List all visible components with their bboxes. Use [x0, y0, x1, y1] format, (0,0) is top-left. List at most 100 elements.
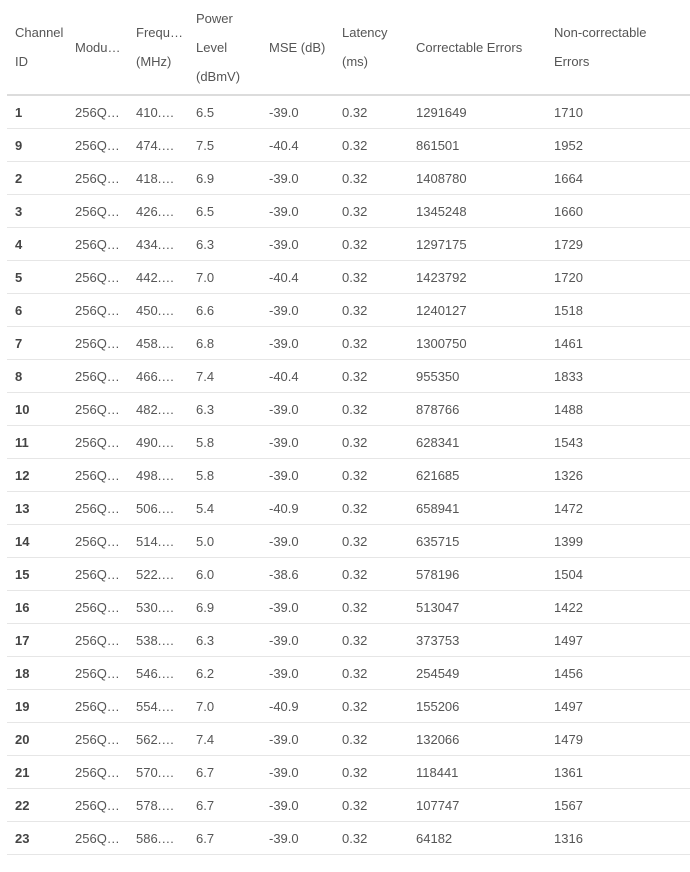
cell-mse: -39.0 — [261, 425, 334, 459]
cell-frequency: 514.000 — [128, 524, 188, 558]
header-latency-line: Latency — [342, 25, 388, 40]
cell-mse: -38.6 — [261, 557, 334, 591]
cell-power-level: 6.2 — [188, 656, 261, 690]
cell-channel-id: 19 — [7, 689, 67, 723]
cell-mse: -40.4 — [261, 260, 334, 294]
table-row: 5 256Q… 442.000 7.0 -40.4 0.32 1423792 1720 — [7, 260, 690, 294]
cell-non-correctable-errors: 1316 — [546, 821, 690, 855]
header-non-correctable-errors: Non-correctable Errors — [546, 0, 690, 96]
table-row: 11 256Q… 490.000 5.8 -39.0 0.32 628341 1543 — [7, 425, 690, 459]
cell-power-level: 6.7 — [188, 821, 261, 855]
cell-mse: -39.0 — [261, 788, 334, 822]
table-row: 21 256Q… 570.000 6.7 -39.0 0.32 118441 1361 — [7, 755, 690, 789]
cell-correctable-errors: 621685 — [408, 458, 546, 492]
cell-frequency: 522.000 — [128, 557, 188, 591]
cell-power-level: 7.4 — [188, 722, 261, 756]
cell-modulation: 256Q… — [67, 458, 128, 492]
cell-power-level: 7.4 — [188, 359, 261, 393]
cell-power-level: 7.5 — [188, 128, 261, 162]
header-channel-id-line: ID — [15, 54, 28, 69]
cell-frequency: 538.000 — [128, 623, 188, 657]
header-modulation: Modu… — [67, 0, 128, 96]
cell-mse: -39.0 — [261, 227, 334, 261]
cell-modulation: 256Q… — [67, 722, 128, 756]
cell-frequency: 562.000 — [128, 722, 188, 756]
cell-channel-id: 4 — [7, 227, 67, 261]
cell-channel-id: 18 — [7, 656, 67, 690]
cell-latency: 0.32 — [334, 425, 408, 459]
cell-channel-id: 10 — [7, 392, 67, 426]
table-row: 9 256Q… 474.000 7.5 -40.4 0.32 861501 1952 — [7, 128, 690, 162]
cell-channel-id: 13 — [7, 491, 67, 525]
table-header-row: Channel ID Modu… Frequ… (MHz) Power Level (dBmV… — [7, 0, 690, 96]
cell-mse: -40.9 — [261, 491, 334, 525]
cell-correctable-errors: 513047 — [408, 590, 546, 624]
table-row: 2 256Q… 418.000 6.9 -39.0 0.32 1408780 1664 — [7, 161, 690, 195]
cell-power-level: 6.8 — [188, 326, 261, 360]
cell-channel-id: 12 — [7, 458, 67, 492]
cell-latency: 0.32 — [334, 293, 408, 327]
cell-channel-id: 1 — [7, 95, 67, 129]
cell-modulation: 256Q… — [67, 194, 128, 228]
cell-latency: 0.32 — [334, 689, 408, 723]
cell-modulation: 256Q… — [67, 491, 128, 525]
cell-mse: -39.0 — [261, 590, 334, 624]
cell-correctable-errors: 658941 — [408, 491, 546, 525]
cell-channel-id: 20 — [7, 722, 67, 756]
cell-non-correctable-errors: 1660 — [546, 194, 690, 228]
cell-modulation: 256Q… — [67, 293, 128, 327]
table-row: 15 256Q… 522.000 6.0 -38.6 0.32 578196 1504 — [7, 557, 690, 591]
cell-non-correctable-errors: 1479 — [546, 722, 690, 756]
cell-non-correctable-errors: 1518 — [546, 293, 690, 327]
table-row: 19 256Q… 554.000 7.0 -40.9 0.32 155206 1497 — [7, 689, 690, 723]
cell-correctable-errors: 1423792 — [408, 260, 546, 294]
cell-mse: -40.4 — [261, 128, 334, 162]
cell-mse: -39.0 — [261, 755, 334, 789]
cell-frequency: 554.000 — [128, 689, 188, 723]
table-row: 6 256Q… 450.000 6.6 -39.0 0.32 1240127 1518 — [7, 293, 690, 327]
header-channel-id-line: Channel — [15, 25, 64, 40]
cell-latency: 0.32 — [334, 722, 408, 756]
header-power-level: Power Level (dBmV) — [188, 0, 261, 96]
cell-non-correctable-errors: 1497 — [546, 689, 690, 723]
cell-latency: 0.32 — [334, 95, 408, 129]
cell-frequency: 410.000 — [128, 95, 188, 129]
cell-correctable-errors: 628341 — [408, 425, 546, 459]
cell-frequency: 570.000 — [128, 755, 188, 789]
cell-latency: 0.32 — [334, 491, 408, 525]
cell-frequency: 458.000 — [128, 326, 188, 360]
table-row: 17 256Q… 538.000 6.3 -39.0 0.32 373753 1497 — [7, 623, 690, 657]
cell-frequency: 426.000 — [128, 194, 188, 228]
cell-non-correctable-errors: 1422 — [546, 590, 690, 624]
cell-mse: -39.0 — [261, 293, 334, 327]
cell-modulation: 256Q… — [67, 557, 128, 591]
table-body: 1 256Q… 410.000 6.5 -39.0 0.32 1291649 1710 9 256… — [7, 95, 690, 855]
cell-correctable-errors: 878766 — [408, 392, 546, 426]
cell-latency: 0.32 — [334, 458, 408, 492]
cell-power-level: 7.0 — [188, 689, 261, 723]
table-row: 23 256Q… 586.000 6.7 -39.0 0.32 64182 1316 — [7, 821, 690, 855]
cell-latency: 0.32 — [334, 392, 408, 426]
cell-frequency: 474.000 — [128, 128, 188, 162]
cell-modulation: 256Q… — [67, 95, 128, 129]
cell-non-correctable-errors: 1952 — [546, 128, 690, 162]
cell-channel-id: 14 — [7, 524, 67, 558]
cell-modulation: 256Q… — [67, 161, 128, 195]
header-correctable-errors: Correctable Errors — [408, 0, 546, 96]
cell-frequency: 450.000 — [128, 293, 188, 327]
table-row: 10 256Q… 482.000 6.3 -39.0 0.32 878766 1488 — [7, 392, 690, 426]
cell-latency: 0.32 — [334, 524, 408, 558]
cell-modulation: 256Q… — [67, 359, 128, 393]
cell-correctable-errors: 1408780 — [408, 161, 546, 195]
cell-channel-id: 22 — [7, 788, 67, 822]
cell-channel-id: 9 — [7, 128, 67, 162]
cell-non-correctable-errors: 1497 — [546, 623, 690, 657]
header-mse: MSE (dB) — [261, 0, 334, 96]
cell-frequency: 466.000 — [128, 359, 188, 393]
cell-channel-id: 2 — [7, 161, 67, 195]
cell-correctable-errors: 155206 — [408, 689, 546, 723]
cell-channel-id: 11 — [7, 425, 67, 459]
cell-frequency: 506.000 — [128, 491, 188, 525]
cell-mse: -40.4 — [261, 359, 334, 393]
cell-latency: 0.32 — [334, 623, 408, 657]
